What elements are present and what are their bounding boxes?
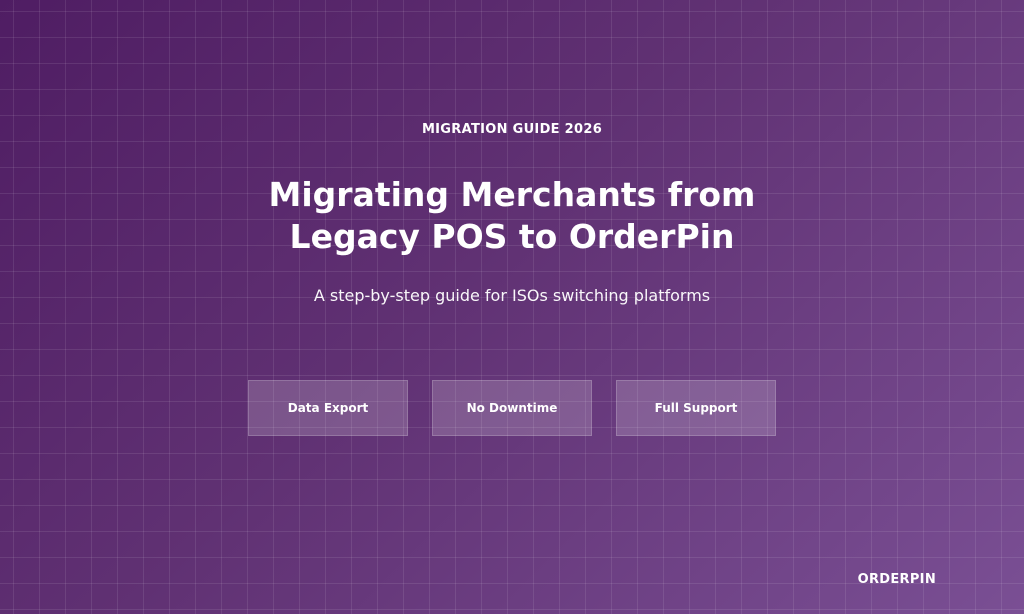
page-subtitle: A step-by-step guide for ISOs switching …	[313, 286, 711, 305]
page-title: Migrating Merchants from Legacy POS to O…	[268, 175, 756, 256]
eyebrow-label: MIGRATION GUIDE 2026	[421, 122, 603, 137]
feature-pill-row: Data Export No Downtime Full Support	[248, 380, 776, 436]
feature-pill-no-downtime: No Downtime	[432, 380, 592, 436]
brand-logo: ORDERPIN	[857, 572, 936, 587]
hero-content: MIGRATION GUIDE 2026 Migrating Merchants…	[0, 0, 1024, 614]
hero-banner: MIGRATION GUIDE 2026 Migrating Merchants…	[0, 0, 1024, 614]
feature-pill-data-export: Data Export	[248, 380, 408, 436]
feature-pill-full-support: Full Support	[616, 380, 776, 436]
